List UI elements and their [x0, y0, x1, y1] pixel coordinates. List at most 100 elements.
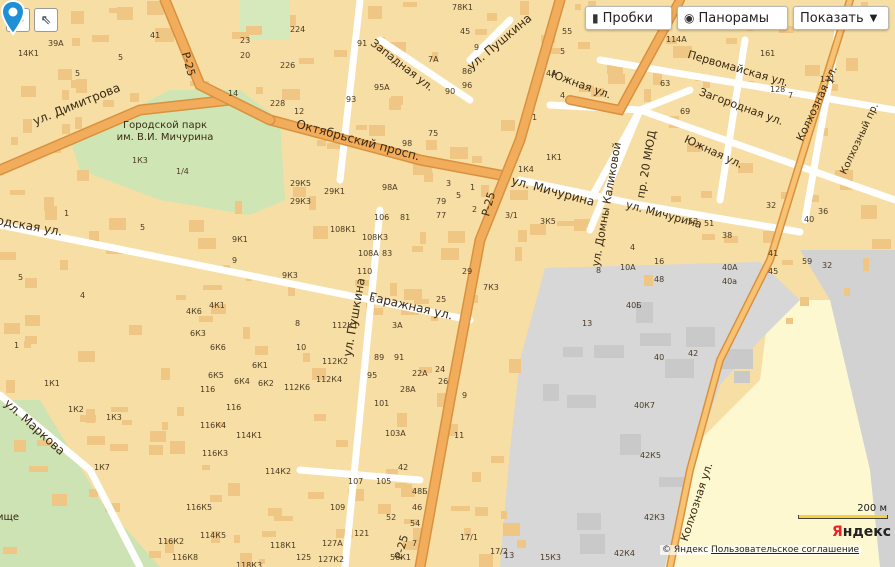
building — [472, 472, 481, 482]
building — [274, 516, 293, 521]
street-label: ул. Домны Каликовой — [589, 141, 624, 267]
building — [412, 246, 423, 252]
user-agreement-link[interactable]: Пользовательское соглашение — [711, 545, 859, 555]
building — [23, 119, 32, 133]
scale-label: 200 м — [857, 503, 887, 514]
house-number: 4 — [630, 243, 635, 252]
building — [210, 495, 222, 502]
industrial-building — [686, 327, 715, 347]
house-number: 3К5 — [540, 217, 556, 226]
street-label: им. В.И. Мичурина — [117, 132, 214, 143]
panoramas-label: Панорамы — [698, 10, 769, 26]
house-number: 53 — [688, 217, 698, 226]
building — [501, 120, 515, 131]
building — [52, 494, 67, 506]
building — [518, 230, 527, 242]
house-number: 42К3 — [644, 513, 665, 522]
building — [644, 275, 653, 286]
location-pin-icon[interactable] — [0, 0, 26, 36]
house-number: 83 — [382, 249, 392, 258]
house-number: 91 — [357, 39, 367, 48]
house-number: 28А — [400, 385, 416, 394]
house-number: 48 — [654, 275, 664, 284]
house-number: 52 — [386, 513, 396, 522]
building — [448, 231, 465, 243]
house-number: 29К1 — [324, 187, 345, 196]
building — [109, 218, 126, 230]
building — [517, 540, 526, 548]
building — [58, 69, 72, 80]
house-number: 38 — [722, 231, 732, 240]
building — [62, 90, 69, 100]
house-number: 7А — [428, 55, 439, 64]
traffic-button[interactable]: ▮ Пробки — [585, 6, 672, 30]
building — [78, 351, 95, 362]
house-number: 1К2 — [68, 405, 84, 414]
map-canvas[interactable]: ул. Димитрова Городской парк им. В.И. Мичу… — [0, 0, 895, 567]
building — [313, 226, 328, 239]
building — [177, 407, 184, 416]
house-number: 112К2 — [322, 357, 348, 366]
panoramas-button[interactable]: ◉ Панорамы — [677, 6, 788, 30]
house-number: 75 — [428, 129, 438, 138]
house-number: 48Б — [412, 487, 428, 496]
house-number: 41 — [150, 31, 160, 40]
house-number: 3/1 — [505, 211, 518, 220]
house-number: 106 — [374, 213, 389, 222]
building — [202, 465, 210, 470]
house-number: 32 — [766, 201, 776, 210]
building — [403, 2, 417, 7]
house-number: 13 — [504, 551, 514, 560]
house-number: 1 — [470, 183, 475, 192]
house-number: 11 — [454, 431, 464, 440]
house-number: 1К1 — [44, 379, 60, 388]
house-number: 12 — [294, 107, 304, 116]
house-number: 127А — [322, 539, 343, 548]
house-number: 81 — [400, 213, 410, 222]
house-number: 9 — [232, 256, 237, 265]
house-number: 69 — [680, 107, 690, 116]
house-number: 1 — [532, 113, 537, 122]
select-tool-button[interactable]: ⇖ — [34, 8, 58, 32]
building — [29, 466, 48, 472]
building — [122, 420, 132, 425]
show-layers-button[interactable]: Показать ▼ — [793, 6, 889, 30]
building — [268, 508, 282, 516]
house-number: 25 — [436, 295, 446, 304]
house-number: 114К5 — [200, 531, 226, 540]
building — [199, 316, 213, 322]
house-number: 1К3 — [106, 413, 122, 422]
building — [608, 74, 625, 84]
house-number: 79 — [436, 197, 446, 206]
house-number: 121 — [354, 529, 369, 538]
building — [805, 65, 820, 76]
house-number: 101 — [374, 399, 389, 408]
building — [44, 197, 54, 211]
house-number: 4 — [560, 91, 565, 100]
industrial-building — [640, 333, 671, 346]
house-number: 40а — [722, 277, 737, 286]
house-number: 7 — [788, 91, 793, 100]
building — [487, 13, 497, 21]
house-number: 42 — [688, 349, 698, 358]
house-number: 1 — [14, 341, 19, 350]
house-number: 40К7 — [634, 401, 655, 410]
building — [3, 547, 17, 554]
house-number: 224 — [290, 25, 305, 34]
street-label: Р-25 — [179, 51, 198, 78]
building — [189, 220, 204, 232]
house-number: 6К2 — [258, 379, 274, 388]
street-label: Колхозный пр. — [838, 102, 881, 177]
building — [110, 444, 128, 451]
house-number: 29К3 — [290, 197, 311, 206]
house-number: 116 — [200, 385, 215, 394]
building — [60, 260, 68, 270]
building — [515, 247, 522, 261]
house-number: 54 — [410, 519, 420, 528]
building — [356, 125, 367, 130]
house-number: 2 — [472, 205, 477, 214]
house-number: 40А — [722, 263, 738, 272]
house-number: 91 — [394, 353, 404, 362]
building — [198, 238, 216, 249]
house-number: 4 — [80, 291, 85, 300]
